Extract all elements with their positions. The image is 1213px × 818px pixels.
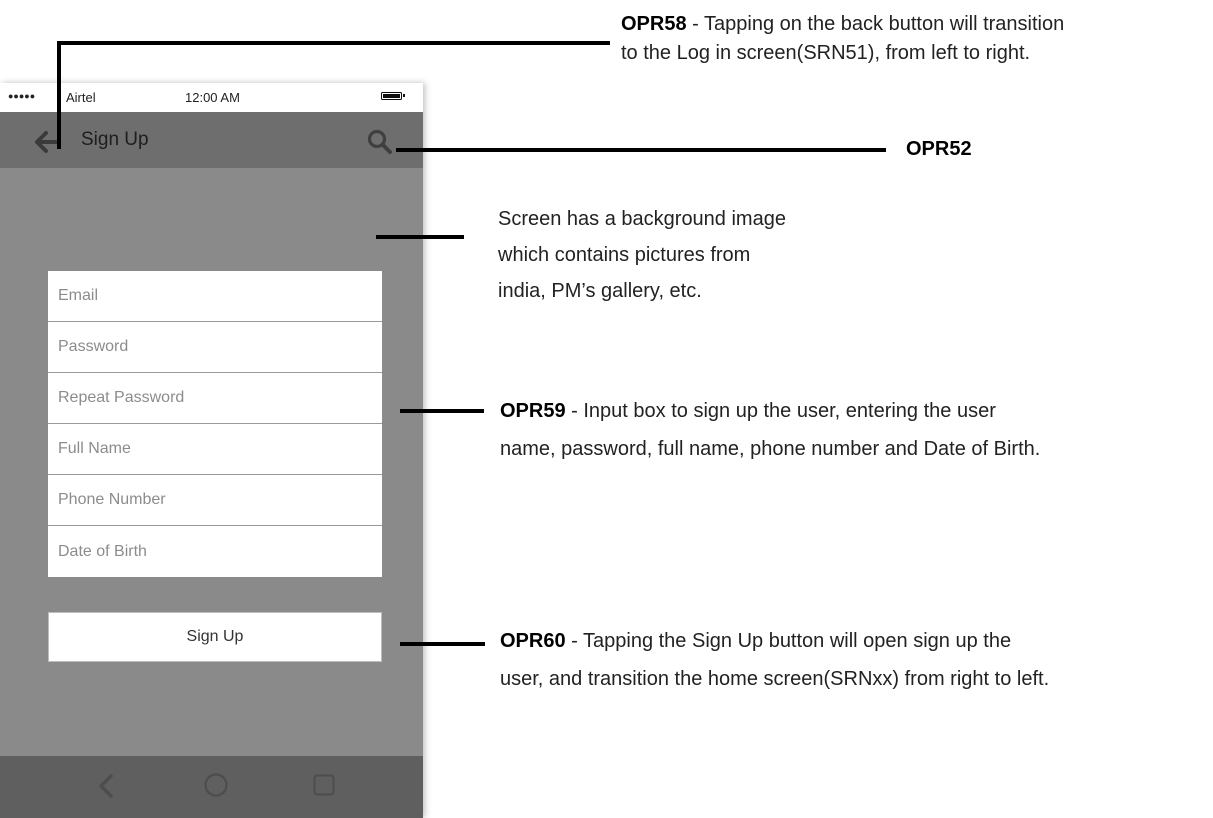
- annotation-text: user, and transition the home screen(SRN…: [500, 668, 1050, 690]
- annotation-opr59: OPR59 - Input box to sign up the user, e…: [500, 392, 1040, 468]
- annotation-code: OPR52: [906, 138, 972, 160]
- annotation-background-image: Screen has a background image which cont…: [498, 201, 786, 309]
- opr52-leader: [396, 148, 886, 152]
- signup-form: [48, 271, 382, 577]
- date-of-birth-field-row: [48, 526, 382, 577]
- email-input[interactable]: [58, 287, 382, 305]
- full-name-field-row: [48, 424, 382, 475]
- full-name-input[interactable]: [58, 440, 382, 458]
- opr58-leader-vertical: [57, 41, 61, 149]
- page-title: Sign Up: [81, 129, 149, 150]
- phone-number-input[interactable]: [58, 491, 382, 509]
- annotation-text: - Tapping the Sign Up button will open s…: [565, 630, 1012, 652]
- date-of-birth-input[interactable]: [58, 542, 382, 561]
- system-nav-bar: [0, 756, 423, 818]
- phone-mockup: ●●●●● Airtel 12:00 AM Sign Up Email Full…: [0, 83, 423, 818]
- repeat-password-input[interactable]: [58, 389, 382, 407]
- annotation-text: name, password, full name, phone number …: [500, 438, 1041, 460]
- search-icon[interactable]: [366, 129, 394, 155]
- annotation-text: india, PM’s gallery, etc.: [498, 280, 702, 302]
- annotation-text: Screen has a background image: [498, 208, 786, 230]
- annotation-opr60: OPR60 - Tapping the Sign Up button will …: [500, 622, 1049, 698]
- email-field-row: [48, 271, 382, 322]
- app-bar: Sign Up: [0, 112, 423, 168]
- nav-recent-apps-icon[interactable]: [312, 773, 336, 797]
- password-input[interactable]: [58, 338, 382, 356]
- sign-up-button[interactable]: Sign Up: [48, 612, 382, 662]
- signal-strength-icon: ●●●●●: [8, 91, 36, 101]
- annotation-text: which contains pictures from: [498, 244, 751, 266]
- password-field-row: [48, 322, 382, 373]
- annotation-code: OPR60: [500, 630, 566, 652]
- annotation-code: OPR58: [621, 13, 687, 35]
- opr60-leader: [400, 642, 485, 646]
- status-time: 12:00 AM: [185, 90, 240, 105]
- phone-number-field-row: [48, 475, 382, 526]
- opr59-leader: [400, 409, 484, 413]
- annotation-opr58: OPR58 - Tapping on the back button will …: [621, 10, 1064, 68]
- background-leader: [376, 235, 464, 239]
- annotation-opr52: OPR52: [906, 135, 972, 164]
- nav-home-icon[interactable]: [203, 772, 229, 798]
- annotation-code: OPR59: [500, 400, 566, 422]
- opr58-leader-horizontal: [57, 41, 610, 45]
- battery-icon: [381, 92, 405, 100]
- annotation-text: - Input box to sign up the user, enterin…: [565, 400, 996, 422]
- nav-back-icon[interactable]: [95, 773, 117, 799]
- annotation-text: - Tapping on the back button will transi…: [686, 13, 1065, 35]
- repeat-password-field-row: [48, 373, 382, 424]
- annotation-text: to the Log in screen(SRN51), from left t…: [621, 42, 1031, 64]
- carrier-name: Airtel: [66, 90, 96, 105]
- status-bar: ●●●●● Airtel 12:00 AM: [0, 83, 423, 112]
